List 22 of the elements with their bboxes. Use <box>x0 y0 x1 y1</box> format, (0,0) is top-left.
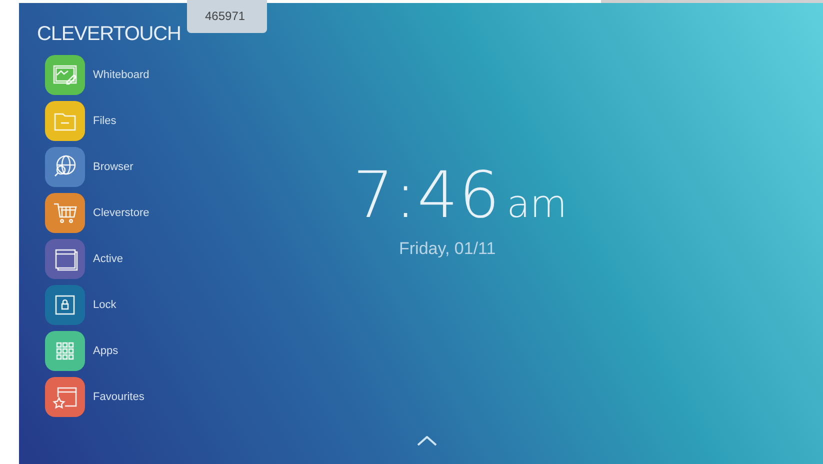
app-label[interactable]: Favourites <box>93 391 144 403</box>
app-label[interactable]: Files <box>93 115 116 127</box>
app-label[interactable]: Lock <box>93 299 116 311</box>
logo: CLEVERTOUCH <box>37 23 181 46</box>
store-app-icon[interactable] <box>45 193 85 233</box>
id-badge: 465971 <box>187 0 267 33</box>
app-label[interactable]: Whiteboard <box>93 69 150 81</box>
lock-app-icon[interactable] <box>45 285 85 325</box>
favourites-app-icon[interactable] <box>45 377 85 417</box>
clock-time: 7:46 <box>353 159 501 233</box>
clock-period: am <box>506 182 568 226</box>
whiteboard-app-icon[interactable] <box>45 55 85 95</box>
app-label[interactable]: Browser <box>93 161 134 173</box>
app-label[interactable]: Apps <box>93 345 118 357</box>
app-label[interactable]: Cleverstore <box>93 207 150 219</box>
chevron-up-icon[interactable] <box>417 436 437 446</box>
files-app-icon[interactable] <box>45 101 85 141</box>
apps-app-icon[interactable] <box>45 331 85 371</box>
browser-app-icon[interactable] <box>45 147 85 187</box>
app-label[interactable]: Active <box>93 253 123 265</box>
active-app-icon[interactable] <box>45 239 85 279</box>
clock-date: Friday, 01/11 <box>399 239 496 259</box>
